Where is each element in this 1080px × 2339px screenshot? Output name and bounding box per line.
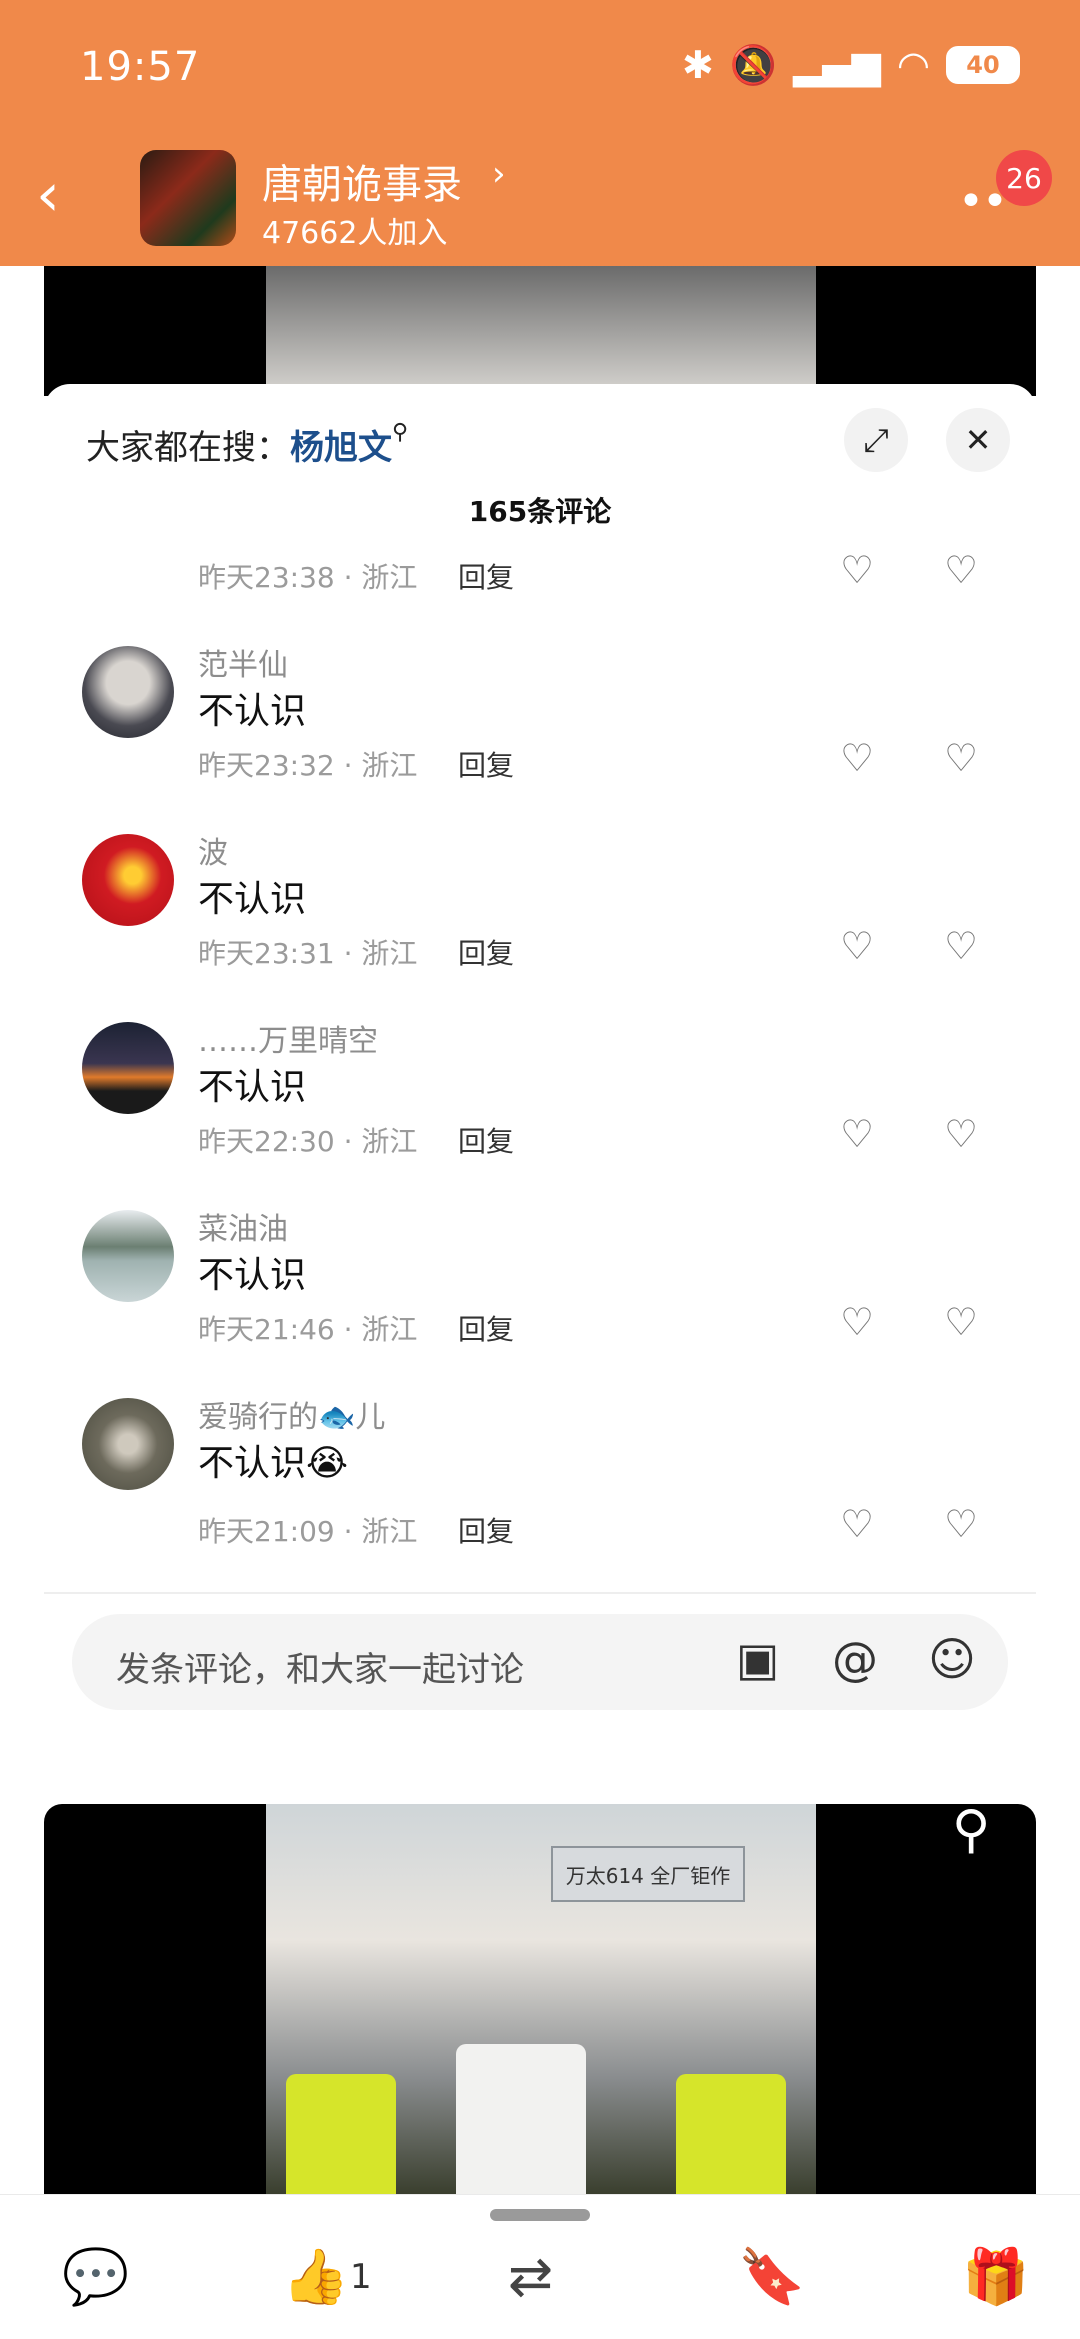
reply-button[interactable]: 回复 [458, 744, 514, 784]
reply-button[interactable]: 回复 [458, 1120, 514, 1160]
dislike-icon[interactable]: ♡ [944, 736, 978, 780]
comment-author[interactable]: 爱骑行的🐟儿 [198, 1392, 385, 1436]
comment-meta: 昨天22:30 · 浙江 [198, 1125, 418, 1158]
comment-meta: 昨天23:31 · 浙江 [198, 937, 418, 970]
trending-search-label: 大家都在搜： [86, 428, 290, 468]
trending-search-keyword[interactable]: 杨旭文 [290, 428, 392, 468]
comment-text: 不认识 [198, 1067, 307, 1108]
search-small-icon: ⚲ [392, 420, 409, 445]
avatar[interactable] [82, 1022, 174, 1114]
mention-icon[interactable]: @ [832, 1632, 878, 1686]
comment-item: 范半仙 不认识 昨天23:32 · 浙江 回复 ♡ ♡ [44, 640, 1036, 826]
comment-input-placeholder: 发条评论，和大家一起讨论 [116, 1650, 524, 1690]
comment-meta: 昨天23:38 · 浙江 [198, 561, 418, 594]
close-icon: ✕ [964, 421, 992, 459]
battery-icon: 40 [946, 46, 1020, 84]
like-icon[interactable]: ♡ [840, 548, 874, 592]
divider [44, 1592, 1036, 1594]
search-icon[interactable]: ⚲ [952, 1800, 990, 1860]
comment-author[interactable]: 范半仙 [198, 640, 288, 684]
comment-sheet: 大家都在搜：杨旭文⚲ ⤢ ✕ 165条评论 昨天23:38 · 浙江 回复 ♡ … [44, 384, 1036, 1720]
status-icons: ✱ 🔕 ▂▄▆ ◠ 40 [682, 46, 1020, 84]
comment-author[interactable]: 菜油油 [198, 1204, 288, 1248]
like-count: 1 [350, 2257, 372, 2297]
close-button[interactable]: ✕ [946, 408, 1010, 472]
bottom-action-bar: 💬 👍 1 ⇄ 🔖 🎁 [0, 2194, 1080, 2339]
comment-text: 不认识😭 [198, 1443, 349, 1484]
dislike-icon[interactable]: ♡ [944, 1300, 978, 1344]
avatar[interactable] [82, 834, 174, 926]
expand-icon: ⤢ [863, 420, 889, 459]
comment-item: ……万里晴空 不认识 昨天22:30 · 浙江 回复 ♡ ♡ [44, 1016, 1036, 1202]
comment-meta: 昨天21:09 · 浙江 [198, 1515, 418, 1548]
avatar[interactable] [82, 1398, 174, 1490]
video-figure [286, 2074, 396, 2194]
dislike-icon[interactable]: ♡ [944, 1502, 978, 1546]
reply-button[interactable]: 回复 [458, 556, 514, 596]
video-figure [676, 2074, 786, 2194]
like-icon[interactable]: ♡ [840, 1112, 874, 1156]
comment-text: 不认识 [198, 879, 307, 920]
video-preview-top[interactable] [44, 266, 1036, 396]
like-icon[interactable]: ♡ [840, 736, 874, 780]
comment-icon[interactable]: 💬 [62, 2245, 129, 2309]
expand-button[interactable]: ⤢ [844, 408, 908, 472]
bluetooth-icon: ✱ [681, 43, 714, 87]
wifi-icon: ◠ [896, 43, 930, 87]
chevron-right-icon[interactable]: › [492, 154, 506, 194]
group-member-count: 47662人加入 [262, 216, 448, 251]
back-button[interactable]: ‹ [36, 160, 96, 240]
comment-meta: 昨天23:32 · 浙江 [198, 749, 418, 782]
trending-search[interactable]: 大家都在搜：杨旭文⚲ [86, 420, 408, 469]
like-icon[interactable]: ♡ [840, 1300, 874, 1344]
comment-item: 菜油油 不认识 昨天21:46 · 浙江 回复 ♡ ♡ [44, 1204, 1036, 1390]
reply-button[interactable]: 回复 [458, 1510, 514, 1550]
repost-icon[interactable]: ⇄ [508, 2245, 553, 2308]
5g-signal-icon: ▂▄▆ [793, 43, 881, 87]
comment-item: 波 不认识 昨天23:31 · 浙江 回复 ♡ ♡ [44, 828, 1036, 1014]
top-header: 19:57 ✱ 🔕 ▂▄▆ ◠ 40 ‹ 唐朝诡事录 › 47662人加入 ••… [0, 0, 1080, 266]
group-avatar[interactable] [140, 150, 236, 246]
reply-button[interactable]: 回复 [458, 1308, 514, 1348]
comment-author[interactable]: ……万里晴空 [198, 1016, 378, 1060]
dislike-icon[interactable]: ♡ [944, 1112, 978, 1156]
video-frame [266, 266, 816, 396]
comment-text: 不认识 [198, 691, 307, 732]
status-time: 19:57 [80, 44, 201, 90]
comment-input[interactable]: 发条评论，和大家一起讨论 ▣ @ ☺ [72, 1614, 1008, 1710]
comment-meta: 昨天21:46 · 浙江 [198, 1313, 418, 1346]
like-icon[interactable]: ♡ [840, 1502, 874, 1546]
dislike-icon[interactable]: ♡ [944, 924, 978, 968]
video-figure [456, 2044, 586, 2194]
gift-icon[interactable]: 🎁 [962, 2245, 1029, 2309]
notification-badge[interactable]: 26 [996, 150, 1052, 206]
drag-handle[interactable] [490, 2209, 590, 2221]
comment-author[interactable]: 波 [198, 828, 228, 872]
bookmark-icon[interactable]: 🔖 [738, 2245, 805, 2309]
group-name[interactable]: 唐朝诡事录 [262, 152, 462, 210]
dislike-icon[interactable]: ♡ [944, 548, 978, 592]
thumbs-up-icon[interactable]: 👍 [282, 2245, 349, 2309]
avatar[interactable] [82, 1210, 174, 1302]
comment-item: 爱骑行的🐟儿 不认识😭 昨天21:09 · 浙江 回复 ♡ ♡ [44, 1392, 1036, 1592]
reply-button[interactable]: 回复 [458, 932, 514, 972]
comment-text: 不认识 [198, 1255, 307, 1296]
like-icon[interactable]: ♡ [840, 924, 874, 968]
comment-count: 165条评论 [468, 495, 612, 528]
video-preview-bottom[interactable]: 万太614 全厂钜作 [44, 1804, 1036, 2194]
image-icon[interactable]: ▣ [736, 1632, 779, 1686]
video-banner: 万太614 全厂钜作 [551, 1846, 745, 1902]
avatar[interactable] [82, 646, 174, 738]
video-frame: 万太614 全厂钜作 [266, 1804, 816, 2194]
mute-icon: 🔕 [729, 43, 778, 87]
emoji-icon[interactable]: ☺ [928, 1632, 976, 1686]
